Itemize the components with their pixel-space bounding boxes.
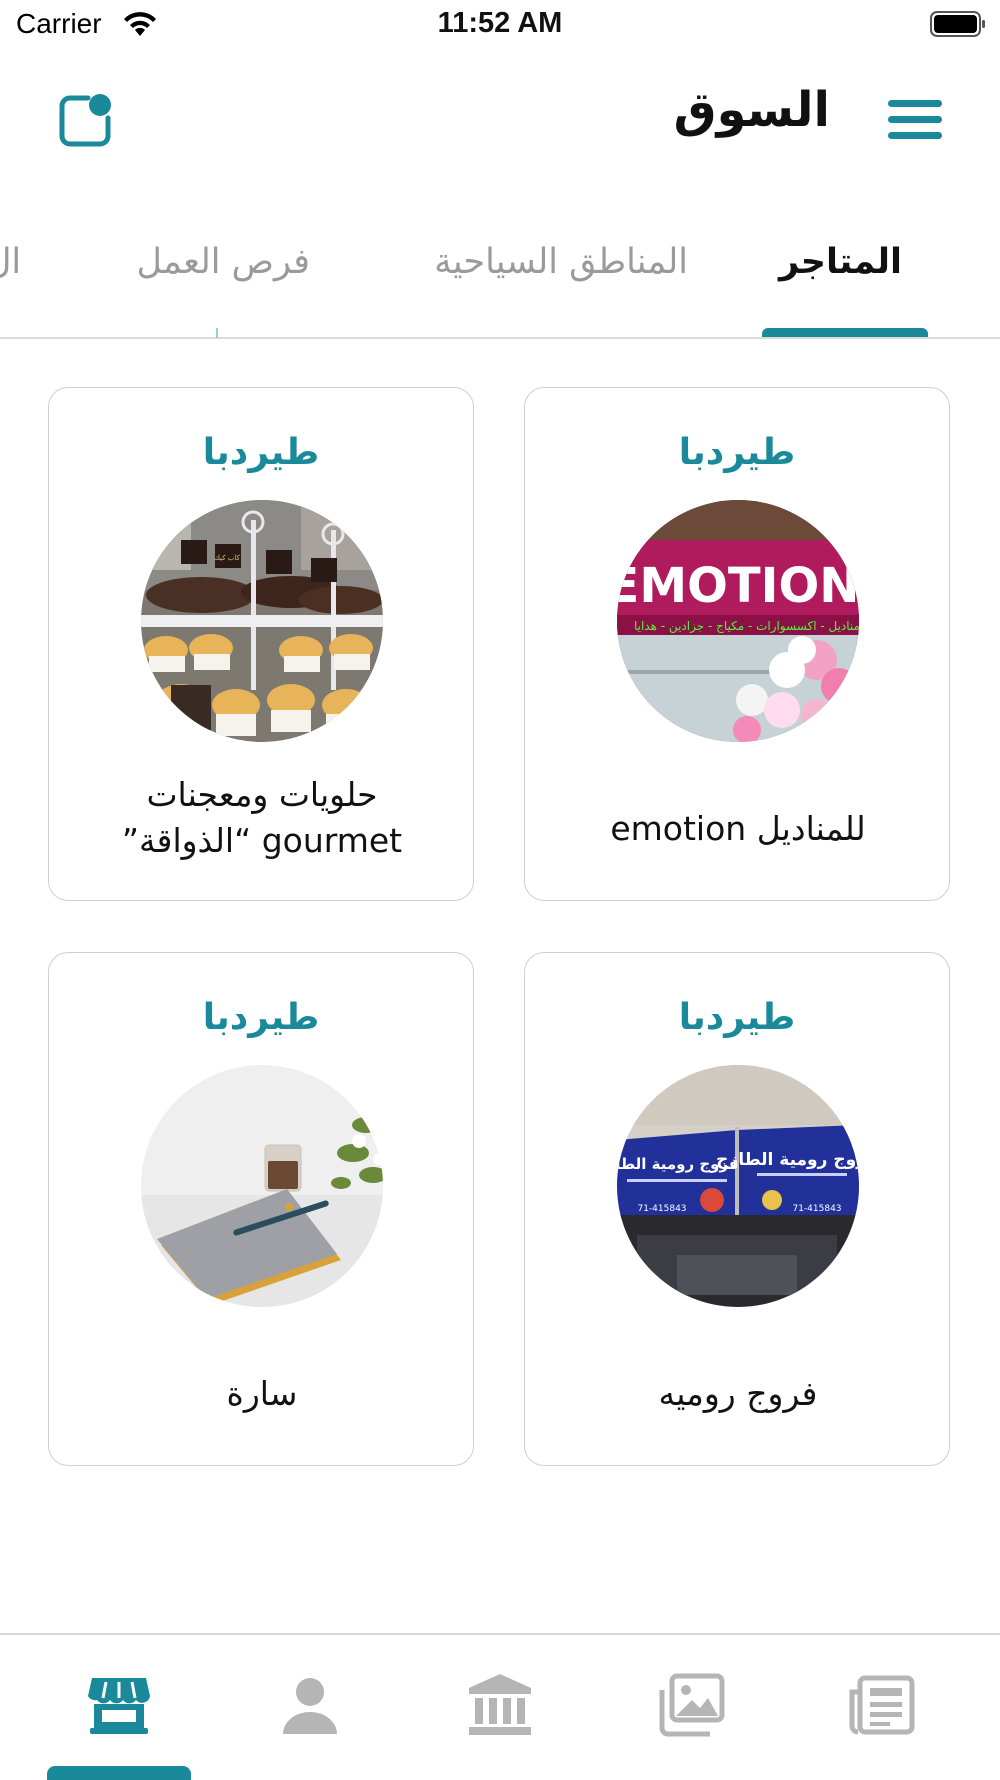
- store-image-sara: [141, 1065, 383, 1307]
- app-header: السوق: [0, 60, 1000, 180]
- store-city: طيردبا: [678, 997, 796, 1038]
- store-name: فروج روميه: [658, 1374, 818, 1413]
- bottom-nav-divider: [0, 1633, 1000, 1635]
- svg-text:71-415843: 71-415843: [792, 1204, 841, 1214]
- store-image-gourmet: كاب كيك: [141, 500, 383, 742]
- menu-button[interactable]: [888, 96, 942, 144]
- tab-jobs[interactable]: فرص العمل: [137, 242, 311, 282]
- battery-icon: [930, 11, 985, 37]
- status-bar: Carrier 11:52 AM: [0, 0, 1000, 50]
- store-card-gourmet[interactable]: طيردبا كاب كيك حلويات ومعجنات gourmet “ا…: [48, 387, 474, 901]
- person-icon[interactable]: [275, 1670, 345, 1740]
- emotion-sign-subtext: مناديل - اكسسوارات - مكياج - جزادين - هد…: [634, 619, 859, 634]
- gallery-icon[interactable]: [656, 1670, 726, 1740]
- store-name: حلويات ومعجنات gourmet “الذواقة”: [69, 772, 455, 864]
- tab-stores[interactable]: المتاجر: [779, 242, 902, 282]
- tab-tourist-areas[interactable]: المناطق السياحية: [434, 242, 688, 282]
- store-name-line-2: gourmet “الذواقة”: [121, 821, 403, 860]
- store-image-roumieh: فروج رومية الطازج فروج رومية الطا 71-415…: [617, 1065, 859, 1307]
- scroll-tick: [216, 328, 218, 338]
- page-title: السوق: [673, 82, 830, 138]
- cupcake-tag-text: كاب كيك: [214, 554, 240, 562]
- store-icon[interactable]: [84, 1670, 154, 1740]
- svg-text:فروج رومية الطا: فروج رومية الطا: [617, 1155, 739, 1173]
- category-tabs: المتاجر المناطق السياحية فرص العمل ال: [0, 220, 1000, 338]
- store-name: سارة: [226, 1374, 298, 1413]
- store-city: طيردبا: [202, 432, 320, 473]
- notification-badge-icon[interactable]: [58, 92, 114, 148]
- tabs-divider: [0, 337, 1000, 339]
- store-image-emotion: EMOTION مناديل - اكسسوارات - مكياج - جزا…: [617, 500, 859, 742]
- store-card-emotion[interactable]: طيردبا EMOTION مناديل - اكسسوارات - مكيا…: [524, 387, 950, 901]
- roumieh-phone: 71-415843: [637, 1204, 686, 1214]
- store-card-sara[interactable]: طيردبا سارة: [48, 952, 474, 1466]
- store-name: للمناديل emotion: [610, 809, 866, 848]
- store-city: طيردبا: [678, 432, 796, 473]
- emotion-sign-text: EMOTION: [617, 558, 859, 614]
- store-city: طيردبا: [202, 997, 320, 1038]
- store-name-line-1: حلويات ومعجنات: [146, 775, 378, 814]
- news-icon[interactable]: [846, 1670, 916, 1740]
- clock: 11:52 AM: [437, 7, 563, 39]
- store-card-roumieh[interactable]: طيردبا فروج رومية الطازج فروج رومية الطا…: [524, 952, 950, 1466]
- bank-icon[interactable]: [465, 1670, 535, 1740]
- tab-more[interactable]: ال: [0, 242, 21, 282]
